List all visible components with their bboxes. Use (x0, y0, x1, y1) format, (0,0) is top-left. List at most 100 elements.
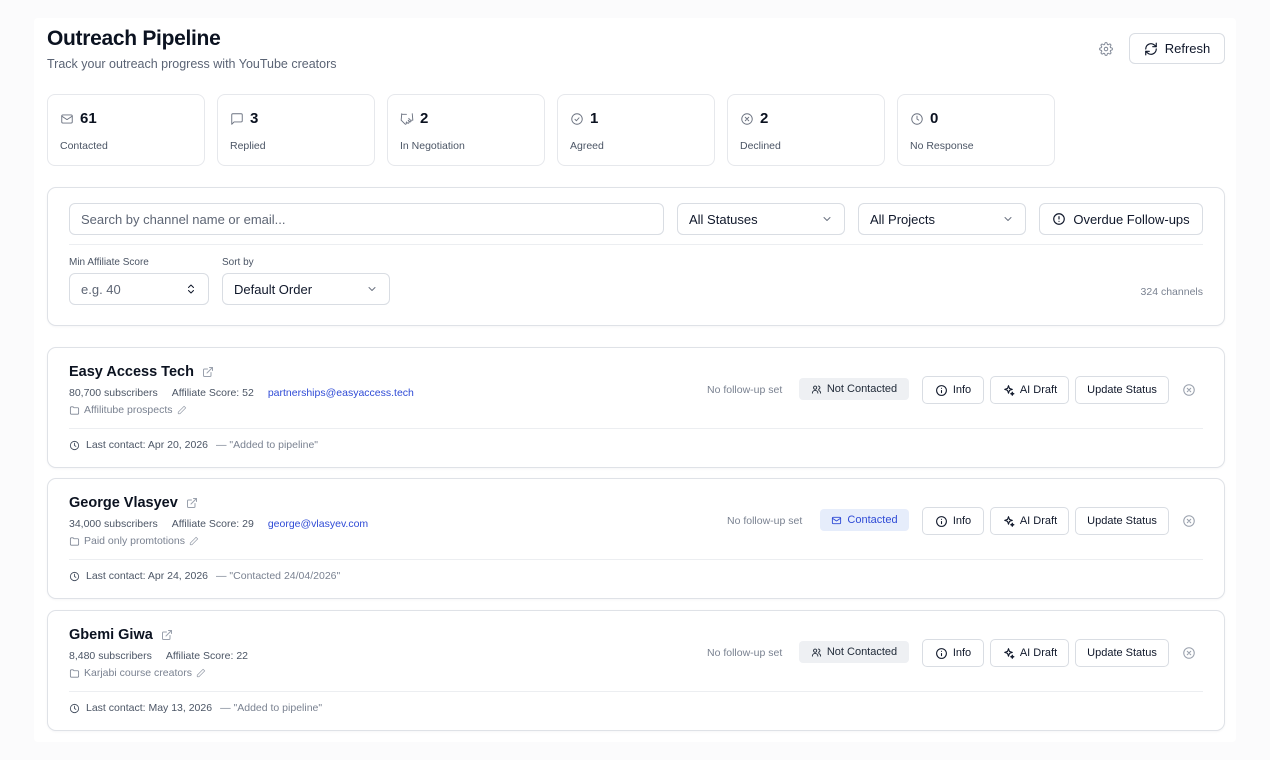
sparkles-icon (1004, 647, 1015, 659)
sparkles-icon (1004, 384, 1015, 396)
overdue-label: Overdue Follow-ups (1073, 211, 1190, 227)
search-input[interactable] (69, 203, 664, 235)
x-circle-icon (1183, 515, 1195, 527)
ai-draft-button[interactable]: AI Draft (990, 507, 1069, 535)
channel-email[interactable]: george@vlasyev.com (268, 518, 368, 530)
project-name: Affilitube prospects (84, 404, 173, 416)
affiliate-score: Affiliate Score: 29 (171, 518, 254, 530)
stat-label: Agreed (570, 140, 604, 152)
project-tag[interactable]: Affilitube prospects (69, 404, 187, 416)
channel-card: Gbemi Giwa 8,480 subscribers Affiliate S… (47, 610, 1225, 731)
status-select[interactable]: All Statuses (677, 203, 845, 235)
sort-select-value: Default Order (234, 281, 313, 297)
info-label: Info (952, 384, 972, 396)
followup-status: No follow-up set (707, 384, 783, 396)
min-score-input[interactable]: e.g. 40 (69, 273, 209, 305)
update-status-label: Update Status (1087, 515, 1157, 527)
project-tag[interactable]: Karjabi course creators (69, 667, 206, 679)
external-link-icon[interactable] (186, 497, 198, 509)
info-button[interactable]: Info (922, 507, 984, 535)
stat-card-no-response: 0 No Response (897, 94, 1055, 166)
folder-icon (69, 536, 80, 546)
min-score-label: Min Affiliate Score (69, 257, 149, 268)
status-badge: Not Contacted (799, 378, 909, 400)
external-link-icon[interactable] (161, 629, 173, 641)
channel-name: Gbemi Giwa (69, 627, 153, 643)
stat-value: 61 (80, 110, 97, 127)
channel-count: 324 channels (1140, 286, 1203, 298)
divider (69, 691, 1203, 692)
last-contact: Last contact: May 13, 2026 (86, 702, 213, 714)
settings-button[interactable] (1097, 40, 1115, 58)
info-label: Info (952, 515, 972, 527)
gear-icon (1099, 42, 1113, 56)
pencil-icon[interactable] (177, 405, 187, 415)
external-link-icon[interactable] (202, 366, 214, 378)
affiliate-score: Affiliate Score: 22 (165, 650, 248, 662)
x-circle-icon (741, 112, 753, 125)
users-icon (811, 385, 821, 394)
followup-status: No follow-up set (727, 515, 803, 527)
status-select-value: All Statuses (689, 211, 758, 227)
stat-value: 1 (590, 110, 599, 127)
status-badge: Contacted (820, 509, 909, 531)
last-contact-note: — "Added to pipeline" (220, 702, 323, 714)
stat-value: 2 (420, 110, 429, 127)
subscriber-count: 34,000 subscribers (69, 518, 158, 530)
remove-button[interactable] (1181, 382, 1197, 398)
status-label: Contacted (847, 514, 898, 526)
clock-icon (911, 112, 923, 125)
last-contact: Last contact: Apr 24, 2026 (86, 570, 209, 582)
update-status-button[interactable]: Update Status (1075, 376, 1169, 404)
followup-status: No follow-up set (707, 647, 783, 659)
folder-icon (69, 668, 80, 678)
affiliate-score: Affiliate Score: 52 (171, 387, 254, 399)
project-name: Karjabi course creators (84, 667, 192, 679)
mail-icon (832, 516, 842, 524)
project-name: Paid only promtotions (84, 535, 185, 547)
channel-name: George Vlasyev (69, 495, 178, 511)
update-status-label: Update Status (1087, 384, 1157, 396)
stat-label: In Negotiation (400, 140, 465, 152)
stat-label: Declined (740, 140, 781, 152)
divider (69, 428, 1203, 429)
update-status-button[interactable]: Update Status (1075, 639, 1169, 667)
channel-card: George Vlasyev 34,000 subscribers Affili… (47, 478, 1225, 599)
status-label: Not Contacted (826, 383, 898, 395)
channel-email[interactable]: partnerships@easyaccess.tech (268, 387, 414, 399)
chevron-down-icon (823, 217, 831, 221)
refresh-button[interactable]: Refresh (1129, 33, 1225, 64)
update-status-label: Update Status (1087, 647, 1157, 659)
folder-icon (69, 405, 80, 415)
pencil-icon[interactable] (196, 668, 206, 678)
stat-value: 0 (930, 110, 939, 127)
last-contact-note: — "Added to pipeline" (216, 439, 319, 451)
stat-card-in-negotiation: 2 In Negotiation (387, 94, 545, 166)
ai-draft-button[interactable]: AI Draft (990, 376, 1069, 404)
info-button[interactable]: Info (922, 376, 984, 404)
remove-button[interactable] (1181, 513, 1197, 529)
mail-icon (61, 113, 73, 124)
overdue-followups-button[interactable]: Overdue Follow-ups (1039, 203, 1203, 235)
sort-select[interactable]: Default Order (222, 273, 390, 305)
channel-name: Easy Access Tech (69, 364, 194, 380)
project-select[interactable]: All Projects (858, 203, 1026, 235)
ai-draft-button[interactable]: AI Draft (990, 639, 1069, 667)
remove-button[interactable] (1181, 645, 1197, 661)
divider (69, 244, 1203, 245)
min-score-placeholder: e.g. 40 (81, 281, 121, 297)
handshake-icon (400, 112, 414, 125)
project-tag[interactable]: Paid only promtotions (69, 535, 199, 547)
info-label: Info (952, 647, 972, 659)
last-contact-note: — "Contacted 24/04/2026" (216, 570, 341, 582)
stat-card-replied: 3 Replied (217, 94, 375, 166)
status-label: Not Contacted (826, 646, 898, 658)
update-status-button[interactable]: Update Status (1075, 507, 1169, 535)
clock-icon (69, 703, 80, 713)
info-button[interactable]: Info (922, 639, 984, 667)
ai-draft-label: AI Draft (1019, 384, 1058, 396)
refresh-icon (1144, 42, 1157, 55)
stat-card-agreed: 1 Agreed (557, 94, 715, 166)
users-icon (811, 648, 821, 657)
pencil-icon[interactable] (189, 536, 199, 546)
